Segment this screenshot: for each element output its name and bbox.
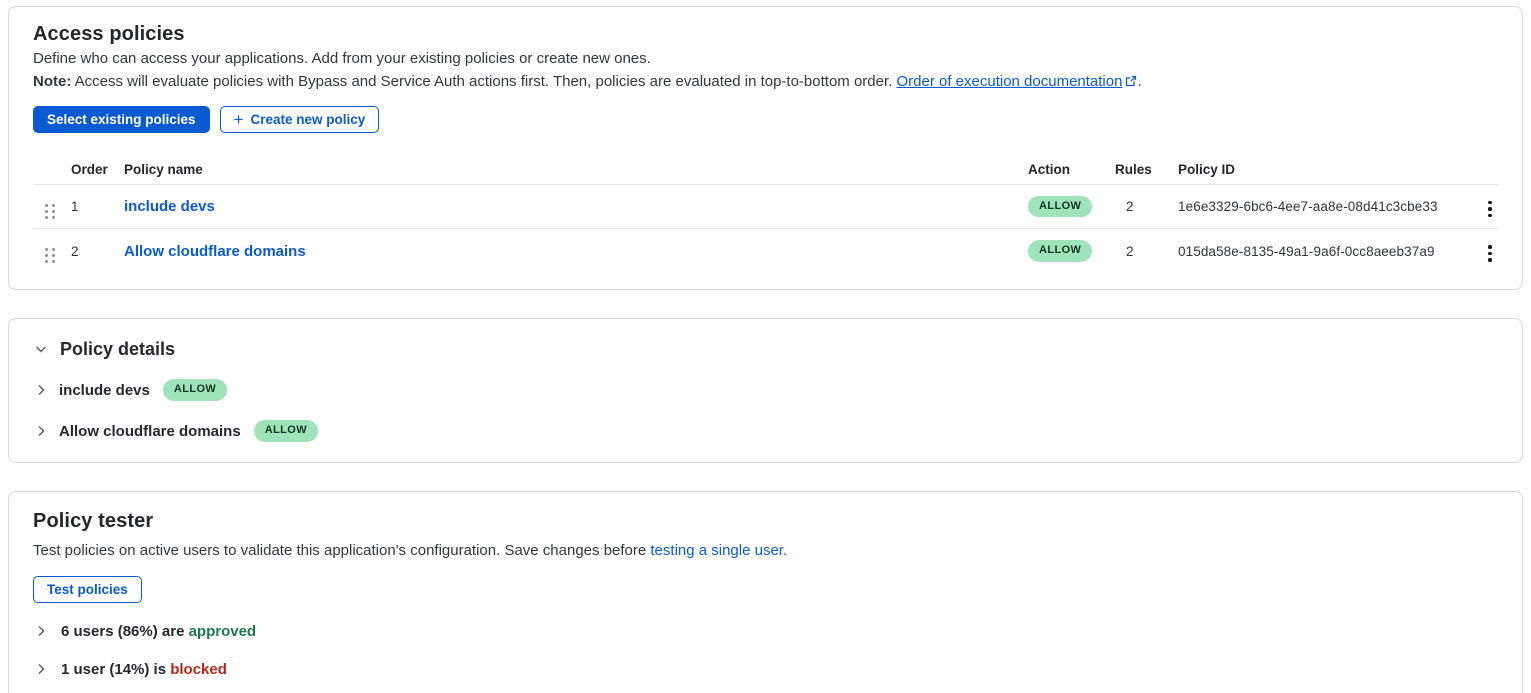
policy-rules-count: 2: [1115, 199, 1178, 214]
result-text: 6 users (86%) are approved: [61, 623, 256, 640]
result-text: 1 user (14%) is blocked: [61, 661, 227, 678]
table-row: 1 include devs ALLOW 2 1e6e3329-6bc6-4ee…: [33, 185, 1498, 229]
table-row: 2 Allow cloudflare domains ALLOW 2 015da…: [33, 229, 1498, 273]
policy-tester-card: Policy tester Test policies on active us…: [8, 491, 1523, 693]
drag-handle-icon[interactable]: [45, 204, 55, 219]
access-policies-description: Define who can access your applications.…: [33, 47, 1498, 70]
kebab-menu-icon[interactable]: [1482, 197, 1498, 222]
policy-detail-name: include devs: [59, 382, 150, 399]
chevron-right-icon: [33, 623, 49, 639]
policy-details-card: Policy details include devs ALLOW Allow …: [8, 318, 1523, 463]
drag-handle-icon[interactable]: [45, 248, 55, 263]
action-badge: ALLOW: [1028, 240, 1092, 261]
note-text: Access will evaluate policies with Bypas…: [71, 73, 896, 90]
tester-results: 6 users (86%) are approved 1 user (14%) …: [33, 618, 1498, 682]
column-header-action: Action: [1028, 162, 1115, 177]
note-label: Note:: [33, 73, 71, 90]
policy-rules-count: 2: [1115, 244, 1178, 259]
access-policies-note: Note: Access will evaluate policies with…: [33, 70, 1498, 94]
action-badge: ALLOW: [163, 379, 227, 400]
result-prefix: 6 users (86%) are: [61, 623, 189, 640]
test-policies-button[interactable]: Test policies: [33, 576, 142, 603]
column-header-rules: Rules: [1115, 162, 1178, 177]
policy-details-title: Policy details: [60, 336, 175, 362]
chevron-right-icon: [33, 423, 49, 439]
note-suffix: .: [1137, 73, 1141, 90]
testing-single-user-link[interactable]: testing a single user.: [650, 542, 787, 559]
column-header-policy-name: Policy name: [124, 162, 1028, 177]
policies-table-header: Order Policy name Action Rules Policy ID: [33, 155, 1498, 185]
access-policies-card: Access policies Define who can access yo…: [8, 6, 1523, 290]
status-blocked: blocked: [170, 661, 227, 678]
policy-details-toggle[interactable]: Policy details: [33, 336, 1498, 362]
access-policies-title: Access policies: [33, 21, 1498, 47]
chevron-right-icon: [33, 382, 49, 398]
policy-name-link[interactable]: include devs: [124, 198, 215, 215]
column-header-order: Order: [71, 162, 124, 177]
action-badge: ALLOW: [254, 420, 318, 441]
policy-name-link[interactable]: Allow cloudflare domains: [124, 243, 306, 260]
select-existing-policies-button[interactable]: Select existing policies: [33, 106, 210, 133]
external-link-icon[interactable]: [1125, 71, 1137, 94]
page: Access policies Define who can access yo…: [0, 0, 1531, 693]
create-new-policy-label: Create new policy: [251, 112, 366, 127]
action-badge: ALLOW: [1028, 196, 1092, 217]
column-header-policy-id: Policy ID: [1178, 162, 1482, 177]
result-prefix: 1 user (14%) is: [61, 661, 170, 678]
policy-detail-item[interactable]: Allow cloudflare domains ALLOW: [33, 418, 1498, 444]
policy-detail-item[interactable]: include devs ALLOW: [33, 377, 1498, 403]
plus-icon: +: [234, 111, 244, 128]
tester-result-approved[interactable]: 6 users (86%) are approved: [33, 618, 1498, 644]
chevron-right-icon: [33, 661, 49, 677]
policy-detail-name: Allow cloudflare domains: [59, 423, 241, 440]
policy-id: 015da58e-8135-49a1-9a6f-0cc8aeeb37a9: [1178, 244, 1482, 259]
policy-order: 1: [71, 199, 124, 214]
chevron-down-icon: [33, 341, 49, 357]
policies-table: Order Policy name Action Rules Policy ID…: [33, 155, 1498, 289]
kebab-menu-icon[interactable]: [1482, 241, 1498, 266]
create-new-policy-button[interactable]: + Create new policy: [220, 106, 380, 133]
policy-order: 2: [71, 244, 124, 259]
policy-id: 1e6e3329-6bc6-4ee7-aa8e-08d41c3cbe33: [1178, 199, 1482, 214]
status-approved: approved: [189, 623, 257, 640]
tester-result-blocked[interactable]: 1 user (14%) is blocked: [33, 656, 1498, 682]
policy-tester-title: Policy tester: [33, 508, 1498, 534]
tester-description-text: Test policies on active users to validat…: [33, 542, 650, 559]
policy-buttons-row: Select existing policies + Create new po…: [33, 106, 1498, 133]
order-of-execution-link[interactable]: Order of execution documentation: [896, 73, 1122, 90]
policy-tester-description: Test policies on active users to validat…: [33, 539, 1498, 562]
